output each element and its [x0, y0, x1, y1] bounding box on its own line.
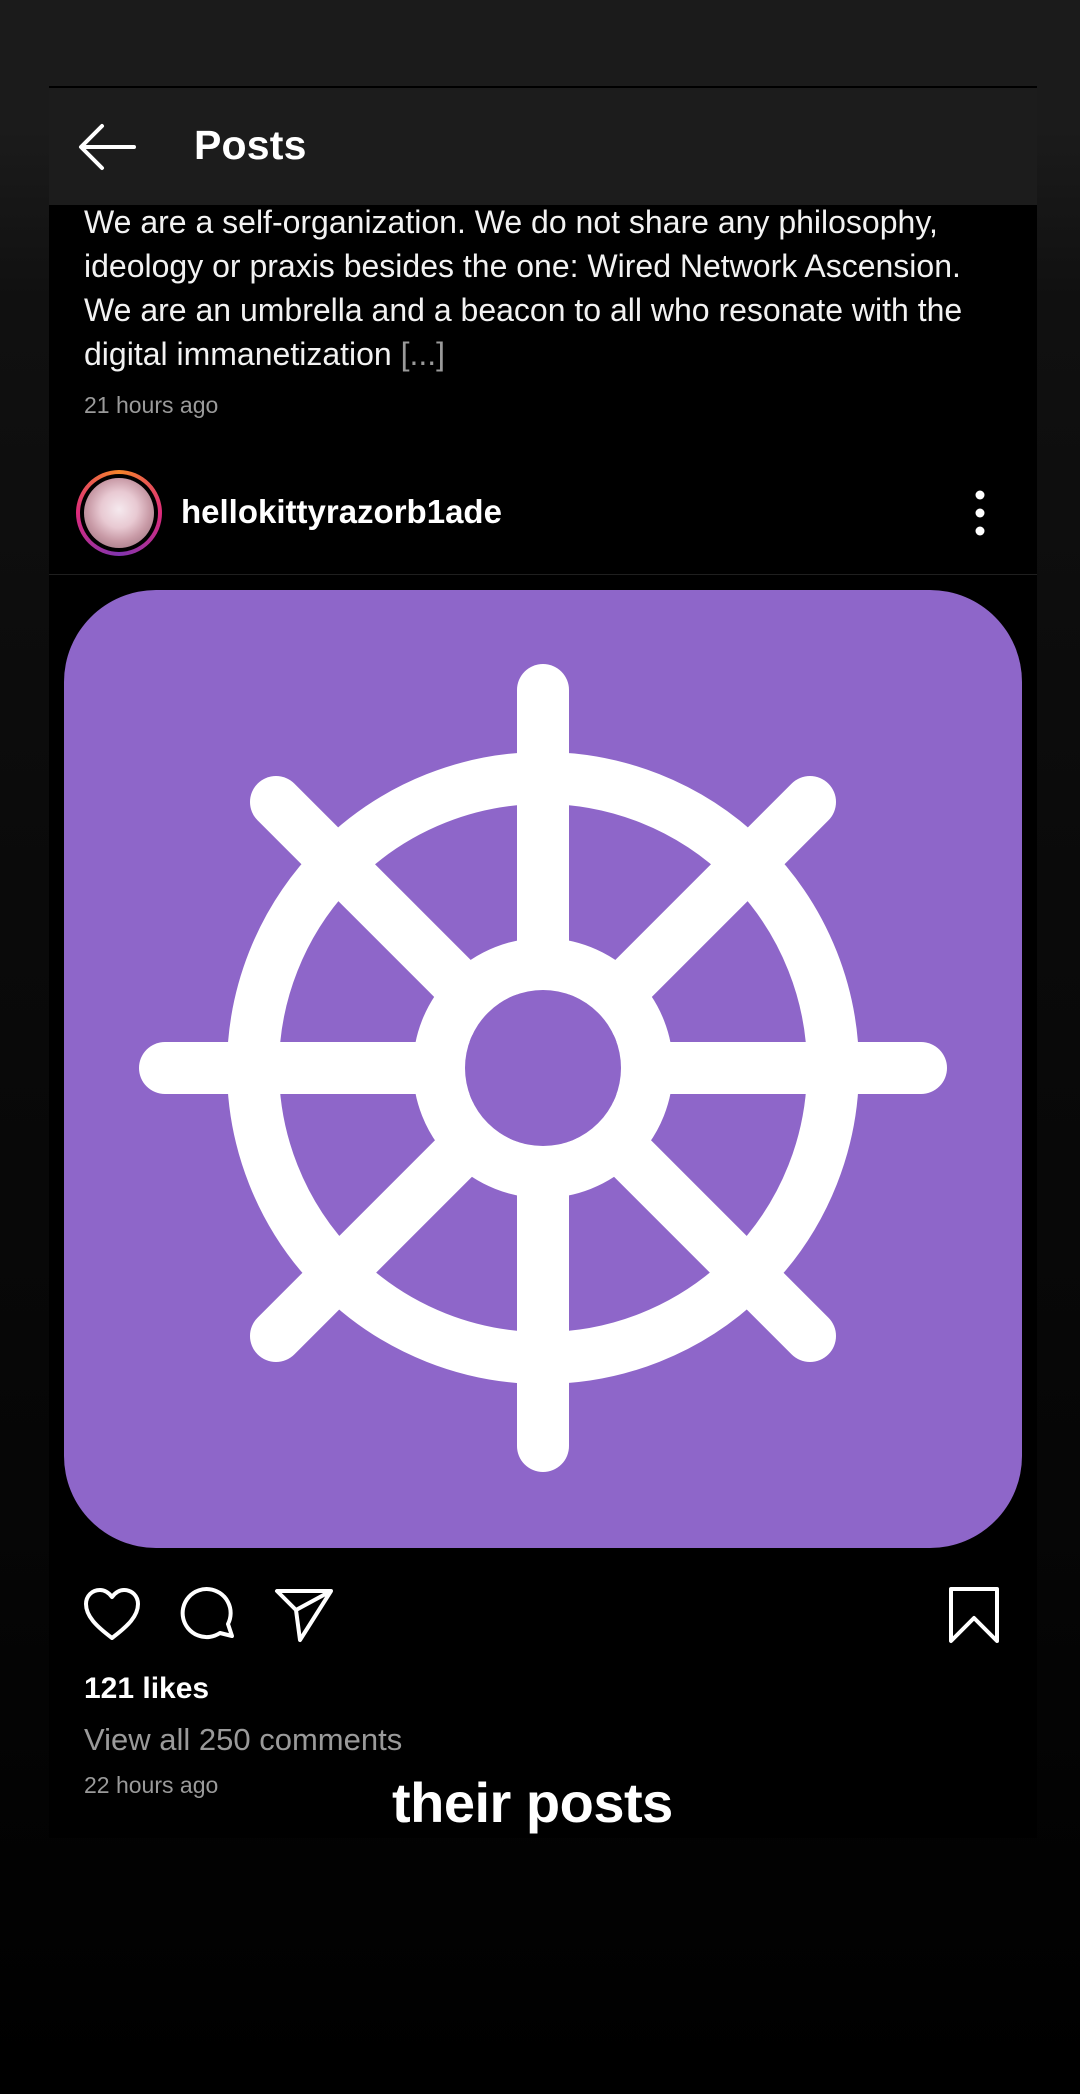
overlay-caption: their posts: [392, 1771, 673, 1834]
comment-icon: [180, 1587, 234, 1639]
page-title: Posts: [194, 122, 307, 168]
more-vertical-icon: [975, 490, 985, 536]
view-comments-link[interactable]: View all 250 comments: [84, 1722, 402, 1758]
caption-text: We are a self-organization. We do not sh…: [84, 204, 963, 372]
bookmark-icon: [949, 1587, 999, 1643]
avatar-image: [84, 478, 154, 548]
username[interactable]: hellokittyrazorb1ade: [181, 493, 502, 531]
heart-icon: [84, 1588, 140, 1640]
dharma-wheel-icon: [139, 664, 947, 1472]
send-icon: [275, 1589, 333, 1642]
post-timestamp: 21 hours ago: [84, 392, 219, 418]
avatar[interactable]: [76, 470, 162, 556]
avatar-border: [80, 474, 158, 552]
save-button[interactable]: [948, 1586, 1000, 1644]
share-button[interactable]: [274, 1586, 334, 1644]
back-button[interactable]: [78, 120, 136, 174]
like-button[interactable]: [82, 1586, 142, 1644]
post-timestamp: 22 hours ago: [84, 1772, 219, 1798]
comment-button[interactable]: [180, 1586, 238, 1644]
post-image[interactable]: [64, 590, 1022, 1548]
arrow-left-icon: [79, 124, 136, 170]
divider: [49, 574, 1037, 575]
post-caption: We are a self-organization. We do not sh…: [84, 200, 984, 376]
more-options-button[interactable]: [966, 488, 994, 538]
likes-count[interactable]: 121 likes: [84, 1672, 209, 1706]
caption-more-link[interactable]: [...]: [401, 336, 445, 372]
